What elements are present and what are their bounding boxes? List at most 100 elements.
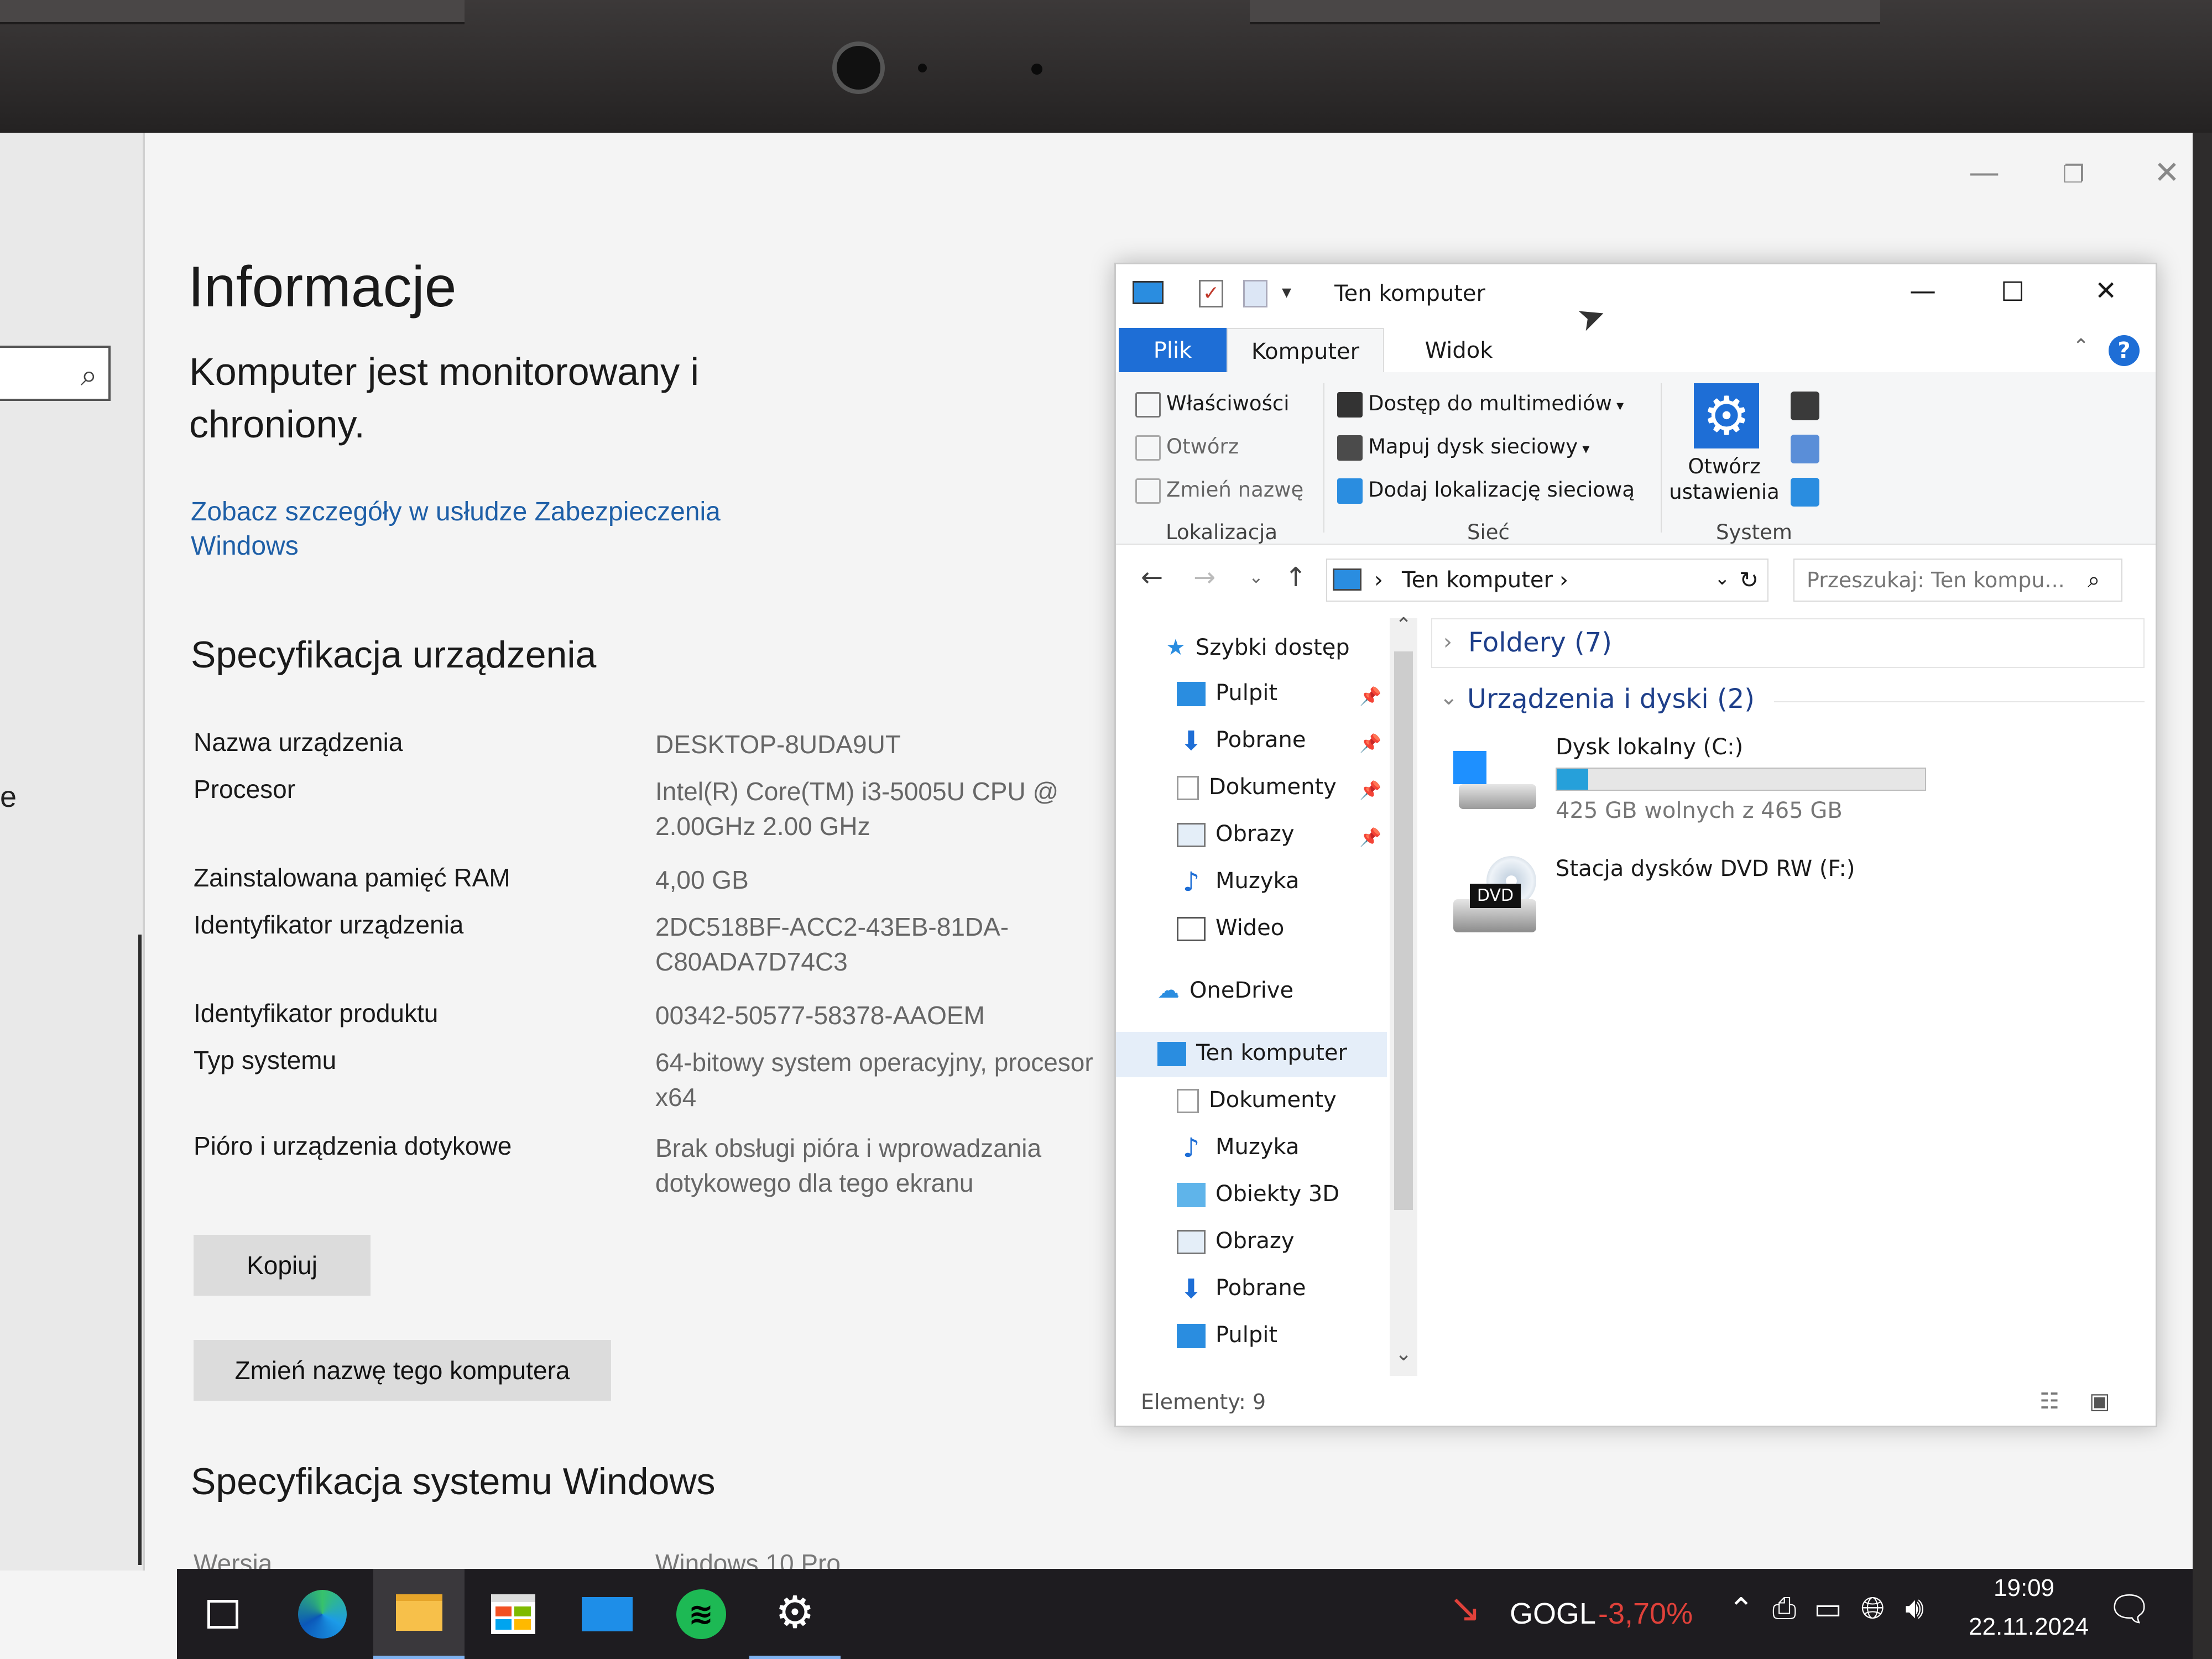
open-settings-button[interactable]: ⚙ Otwórz ustawienia — [1669, 383, 1780, 516]
pin-icon[interactable]: 📌 — [1359, 780, 1381, 801]
uninstall-program-icon[interactable] — [1791, 392, 1819, 420]
nav-desktop[interactable]: Pulpit — [1177, 680, 1277, 706]
nav-downloads[interactable]: ⬇ Pobrane — [1177, 726, 1306, 757]
store-icon[interactable] — [467, 1569, 559, 1659]
nav-pc-documents[interactable]: Dokumenty — [1177, 1087, 1337, 1113]
nav-music[interactable]: ♪ Muzyka — [1177, 868, 1300, 895]
ribbon-panel: Właściwości Otwórz Zmień nazwę Lokalizac… — [1116, 372, 2156, 545]
nav-scrollbar[interactable]: ⌃ ⌄ — [1390, 614, 1417, 1376]
ribbon-divider — [1323, 383, 1324, 533]
drive-c[interactable]: Dysk lokalny (C:) 425 GB wolnych z 465 G… — [1453, 734, 1951, 834]
address-path[interactable]: Ten komputer — [1402, 567, 1553, 593]
nav-documents[interactable]: Dokumenty — [1177, 774, 1337, 800]
open-button[interactable]: Otwórz — [1135, 435, 1239, 461]
task-view-icon[interactable] — [177, 1569, 268, 1659]
explorer-close-icon[interactable]: ✕ — [2095, 275, 2117, 306]
clock-time[interactable]: 19:09 — [1994, 1574, 2054, 1602]
settings-search-box[interactable]: ⌕ — [0, 346, 111, 401]
address-bar[interactable]: › Ten komputer › ⌄ ↻ — [1326, 559, 1768, 602]
media-access-button[interactable]: Dostęp do multimediów ▾ — [1337, 392, 1624, 418]
drive-dvd[interactable]: DVD Stacja dysków DVD RW (F:) — [1453, 856, 1951, 956]
spec-label-processor: Procesor — [194, 775, 296, 804]
explorer-minimize-icon[interactable]: — — [1910, 275, 1936, 306]
recent-locations-icon[interactable]: ⌄ — [1249, 566, 1264, 587]
nav-this-pc[interactable]: Ten komputer — [1157, 1040, 1347, 1066]
tab-computer[interactable]: Komputer — [1227, 328, 1384, 373]
scroll-thumb[interactable] — [1394, 651, 1413, 1210]
nav-quick-access[interactable]: ★ Szybki dostęp — [1166, 635, 1350, 660]
pin-icon[interactable]: 📌 — [1359, 733, 1381, 754]
search-input[interactable] — [1806, 565, 2073, 595]
close-icon[interactable]: ✕ — [2154, 155, 2180, 191]
nav-pc-pictures[interactable]: Obrazy — [1177, 1228, 1295, 1254]
back-icon[interactable]: ← — [1141, 562, 1163, 593]
stock-ticker[interactable]: GOGL — [1510, 1597, 1596, 1631]
spec-label-device-name: Nazwa urządzenia — [194, 728, 403, 757]
clock-date[interactable]: 22.11.2024 — [1969, 1613, 2089, 1641]
pin-icon[interactable]: 📌 — [1359, 827, 1381, 848]
group-folders[interactable]: › Foldery (7) — [1431, 618, 2145, 668]
stock-change[interactable]: -3,70% — [1598, 1597, 1693, 1631]
hard-drive-icon — [1453, 751, 1536, 812]
tab-view[interactable]: Widok — [1390, 328, 1528, 373]
collapse-ribbon-icon[interactable]: ⌃ — [2073, 335, 2089, 358]
address-dropdown-icon[interactable]: ⌄ — [1714, 567, 1730, 589]
add-network-location-button[interactable]: Dodaj lokalizację sieciową — [1337, 478, 1635, 504]
spotify-icon[interactable]: ≋ — [655, 1569, 747, 1659]
network-globe-icon[interactable]: 🌐︎ — [1861, 1591, 1885, 1626]
open-icon — [1135, 435, 1161, 461]
nav-pc-downloads[interactable]: ⬇ Pobrane — [1177, 1275, 1306, 1302]
meet-now-icon[interactable]: ⎙ — [1772, 1591, 1796, 1626]
up-icon[interactable]: ↑ — [1285, 562, 1307, 593]
volume-icon[interactable]: 🔊︎ — [1905, 1591, 1924, 1626]
search-box[interactable]: ⌕ — [1793, 559, 2122, 602]
network-location-icon — [1337, 478, 1363, 504]
qat-dropdown-icon[interactable]: ▾ — [1282, 281, 1291, 303]
mail-icon[interactable] — [561, 1569, 653, 1659]
nav-pictures[interactable]: Obrazy — [1177, 821, 1295, 847]
spec-label-pen-touch: Pióro i urządzenia dotykowe — [194, 1131, 512, 1160]
properties-button[interactable]: Właściwości — [1135, 392, 1289, 418]
file-explorer-icon[interactable] — [373, 1569, 465, 1659]
large-icons-view-icon[interactable]: ▣ — [2089, 1389, 2110, 1414]
pin-icon[interactable]: 📌 — [1359, 686, 1381, 707]
nav-pc-desktop[interactable]: Pulpit — [1177, 1322, 1277, 1348]
copy-button[interactable]: Kopiuj — [194, 1235, 371, 1296]
rename-button[interactable]: Zmień nazwę — [1135, 478, 1303, 504]
manage-icon[interactable] — [1791, 478, 1819, 507]
webcam-lens — [832, 41, 885, 94]
tab-file[interactable]: Plik — [1119, 328, 1227, 373]
forward-icon[interactable]: → — [1193, 562, 1215, 593]
expand-chevron-icon[interactable]: › — [1443, 629, 1452, 655]
nav-pc-3d-objects[interactable]: Obiekty 3D — [1177, 1181, 1339, 1207]
qat-new-folder-icon[interactable] — [1243, 280, 1267, 307]
minimize-icon[interactable]: — — [1969, 155, 2000, 191]
nav-scrollbar[interactable] — [138, 935, 142, 1565]
refresh-icon[interactable]: ↻ — [1739, 566, 1759, 593]
help-icon[interactable]: ? — [2109, 335, 2140, 366]
drive-c-free-space: 425 GB wolnych z 465 GB — [1556, 798, 1843, 823]
nav-videos[interactable]: Wideo — [1177, 915, 1284, 941]
battery-icon[interactable]: ▭ — [1814, 1591, 1842, 1626]
edge-browser-icon[interactable] — [276, 1569, 368, 1659]
media-server-icon — [1337, 392, 1363, 418]
nav-pc-music[interactable]: ♪ Muzyka — [1177, 1134, 1300, 1161]
download-arrow-icon: ⬇ — [1180, 726, 1203, 757]
notifications-icon[interactable]: 🗨︎ — [2107, 1588, 2152, 1630]
collapse-chevron-icon[interactable]: ⌄ — [1439, 685, 1458, 710]
details-view-icon[interactable]: ☷ — [2039, 1389, 2059, 1414]
system-properties-icon[interactable] — [1791, 435, 1819, 463]
scroll-up-icon[interactable]: ⌃ — [1395, 614, 1412, 637]
settings-app-icon[interactable]: ⚙ — [749, 1569, 841, 1659]
explorer-maximize-icon[interactable]: ☐ — [2001, 276, 2025, 307]
map-drive-button[interactable]: Mapuj dysk sieciowy ▾ — [1337, 435, 1590, 461]
security-details-link[interactable]: Zobacz szczegóły w usłudze Zabezpieczeni… — [191, 495, 799, 564]
nav-onedrive[interactable]: ☁ OneDrive — [1157, 978, 1293, 1003]
qat-properties-icon[interactable]: ✓ — [1199, 280, 1223, 307]
search-icon: ⌕ — [2088, 567, 2100, 593]
settings-gear-icon: ⚙ — [1694, 383, 1759, 448]
scroll-down-icon[interactable]: ⌄ — [1395, 1343, 1412, 1365]
rename-pc-button[interactable]: Zmień nazwę tego komputera — [194, 1340, 611, 1401]
restore-icon[interactable]: ❐ — [2063, 160, 2084, 189]
show-hidden-icons-icon[interactable]: ⌃ — [1728, 1591, 1754, 1627]
